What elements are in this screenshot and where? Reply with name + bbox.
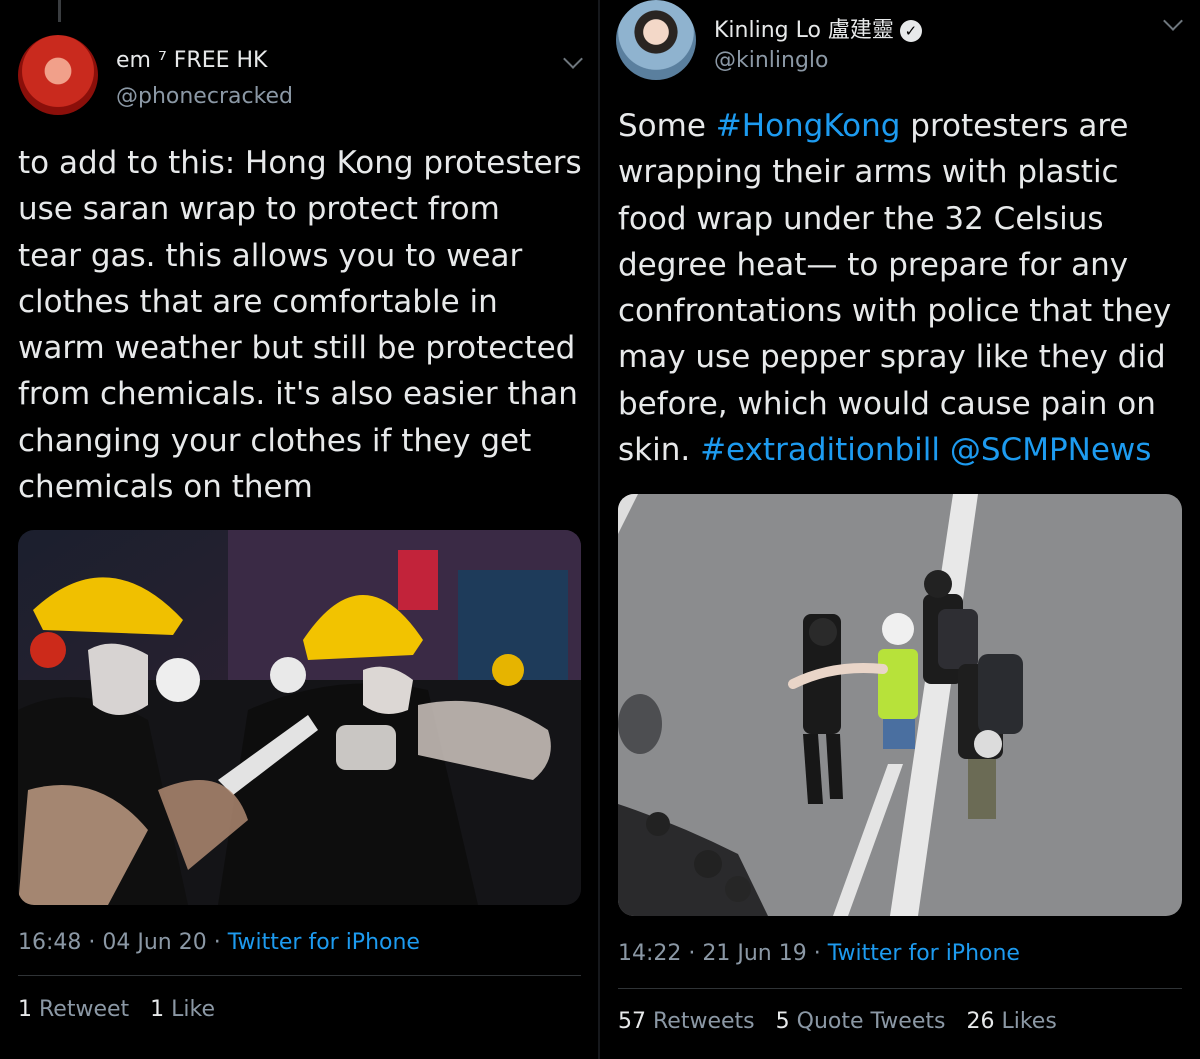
tweet-text-line: to add to this: Hong Kong protesters [18,145,582,181]
avatar[interactable] [616,0,696,80]
tweet-photo[interactable] [618,494,1182,916]
tweet-text-line: may use pepper spray like they did [618,339,1166,376]
likes-stat[interactable]: 26 Likes [966,1009,1056,1034]
quote-tweets-stat[interactable]: 5 Quote Tweets [776,1009,946,1034]
tweet-text-line: chemicals on them [18,469,313,506]
tweet-text-line: warm weather but still be protected [18,330,576,367]
street-photo [618,494,1182,916]
text-segment: skin. [618,432,701,469]
display-name-row[interactable]: Kinling Lo 盧建靈 ✓ [714,12,922,44]
likes-label: Like [171,997,216,1022]
tweet-timestamp[interactable]: 14:22 · 21 Jun 19 · Twitter for iPhone [618,941,1020,966]
divider [618,988,1182,989]
tweet-text-line: before, which would cause pain on [618,385,1156,422]
source-link[interactable]: Twitter for iPhone [828,941,1020,966]
chevron-down-icon[interactable] [1163,11,1183,31]
retweets-stat[interactable]: 1 Retweet [18,997,129,1022]
retweets-label: Retweet [39,997,130,1022]
engagement-stats: 1 Retweet 1 Like [18,997,215,1022]
tweet-text-line: Some #HongKong protesters are [618,103,1171,149]
chevron-down-icon[interactable] [563,49,583,69]
tweet-text: Some #HongKong protesters are wrapping t… [618,103,1171,473]
tweet-text-line: changing your clothes if they get [18,422,532,459]
quotes-label: Quote Tweets [796,1009,946,1034]
user-handle[interactable]: @phonecracked [116,84,293,109]
thread-connector-line [58,0,61,22]
retweets-count: 57 [618,1009,646,1034]
text-segment: protesters are [900,108,1129,144]
timestamp-text[interactable]: 14:22 · 21 Jun 19 · [618,941,828,966]
display-name[interactable]: Kinling Lo 盧建靈 [714,18,894,43]
tweet-left: em ⁷ FREE HK @phonecracked to add to thi… [0,0,600,1059]
tweet-text-line: confrontations with police that they [618,293,1172,330]
display-name[interactable]: em ⁷ FREE HK [116,48,267,73]
tweet-text-line: tear gas. this allows you to wear [18,237,523,274]
quotes-count: 5 [775,1009,790,1034]
engagement-stats: 57 Retweets 5 Quote Tweets 26 Likes [618,1009,1057,1034]
likes-count: 1 [150,997,165,1022]
divider [18,975,581,976]
source-link[interactable]: Twitter for iPhone [228,930,420,955]
retweets-count: 1 [18,997,32,1022]
text-segment: Some [618,108,716,144]
tweet-text-line: from chemicals. it's also easier than [18,376,578,413]
likes-label: Likes [1001,1009,1057,1034]
tweet-text-line: degree heat— to prepare for any [618,246,1129,283]
avatar[interactable] [18,35,98,115]
tweet-timestamp[interactable]: 16:48 · 04 Jun 20 · Twitter for iPhone [18,930,420,955]
tweet-photo[interactable] [18,530,581,905]
tweet-text-line: food wrap under the 32 Celsius [618,200,1104,237]
likes-count: 26 [966,1009,995,1034]
tweet-text-line: wrapping their arms with plastic [618,154,1119,191]
user-handle[interactable]: @kinlinglo [714,48,829,73]
tweet-text: to add to this: Hong Kong protesters use… [18,140,582,510]
tweet-text-line: clothes that are comfortable in [18,283,498,320]
protesters-photo [18,530,581,905]
mention-link[interactable]: @SCMPNews [950,432,1152,468]
hashtag-link[interactable]: #HongKong [716,108,901,144]
hashtag-link[interactable]: #extraditionbill [700,432,940,468]
likes-stat[interactable]: 1 Like [150,997,215,1022]
retweets-stat[interactable]: 57 Retweets [618,1009,755,1034]
retweets-label: Retweets [653,1009,755,1034]
tweet-right: Kinling Lo 盧建靈 ✓ @kinlinglo Some #HongKon… [600,0,1200,1059]
tweet-text-line: use saran wrap to protect from [18,191,500,228]
timestamp-text[interactable]: 16:48 · 04 Jun 20 · [18,930,228,955]
verified-badge-icon: ✓ [899,20,922,42]
tweet-text-line: skin. #extraditionbill @SCMPNews [618,427,1171,473]
